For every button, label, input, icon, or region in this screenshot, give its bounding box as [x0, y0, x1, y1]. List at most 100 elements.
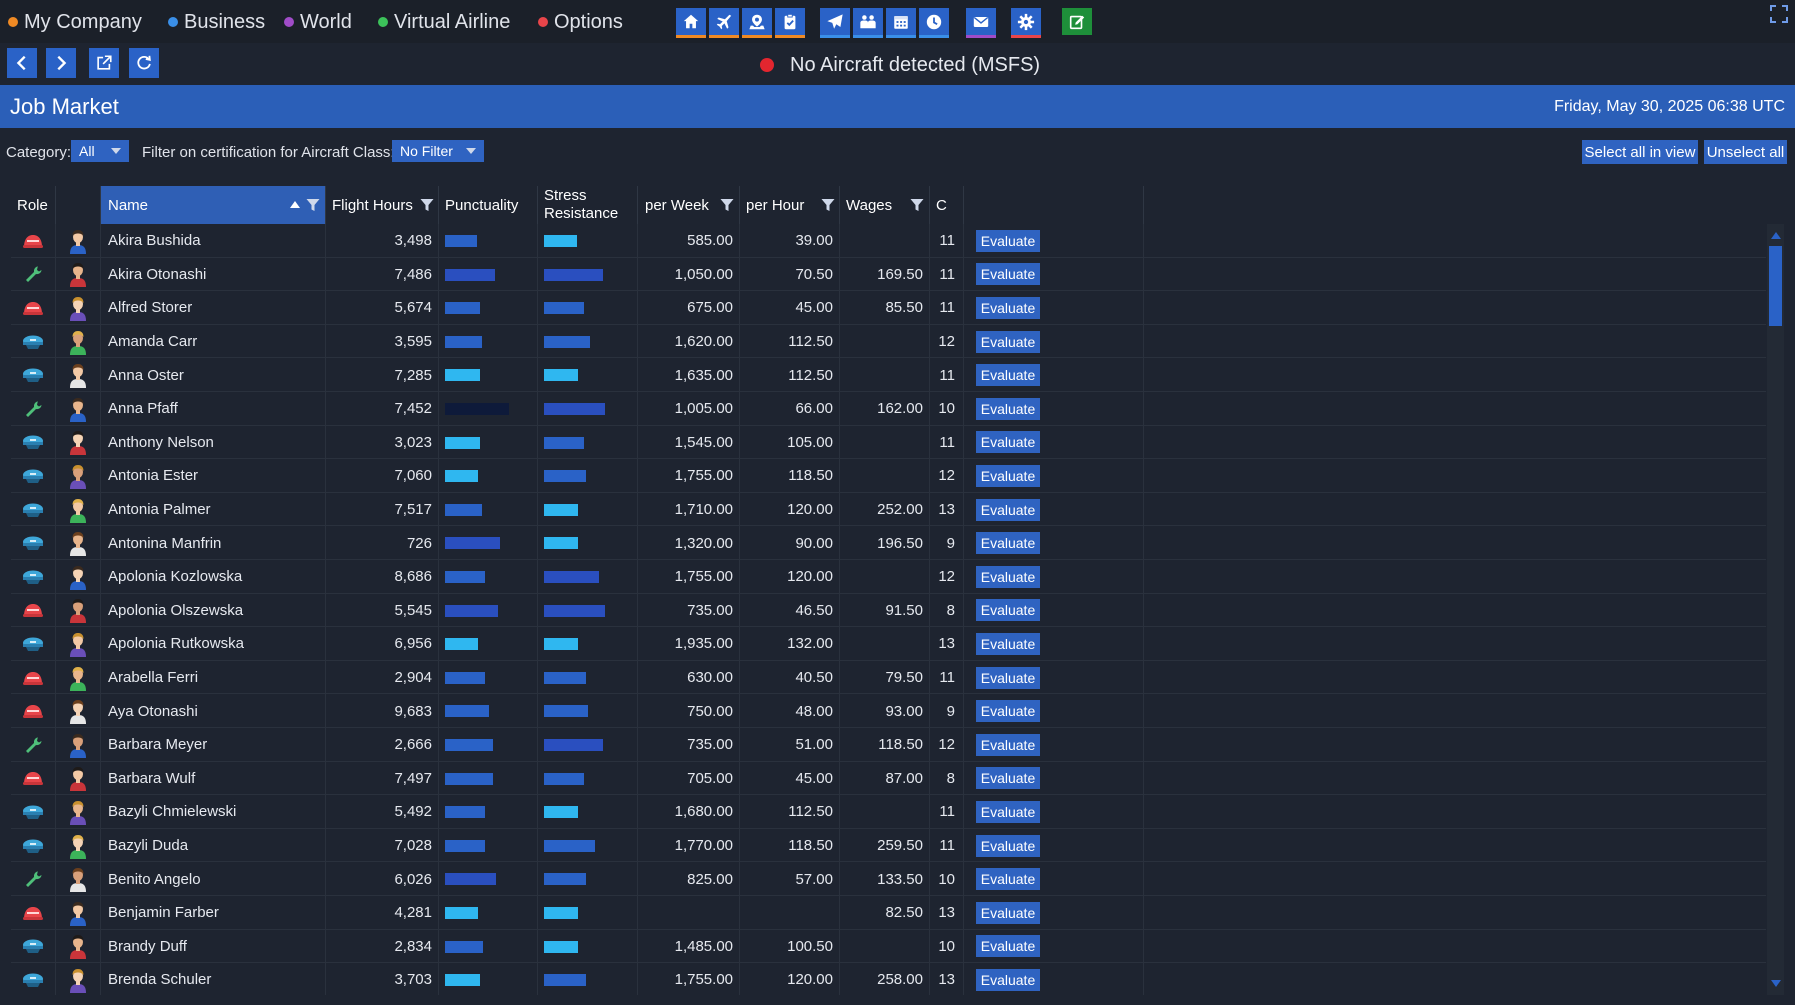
- evaluate-button[interactable]: Evaluate: [976, 901, 1040, 924]
- header-punctuality[interactable]: Punctuality: [439, 186, 538, 224]
- home-button[interactable]: [676, 8, 706, 38]
- avatar-cell: [56, 828, 101, 863]
- evaluate-button[interactable]: Evaluate: [976, 666, 1040, 689]
- table-row[interactable]: Benito Angelo 6,026 825.00 57.00 133.50 10 Eva…: [11, 862, 1766, 896]
- table-row[interactable]: Akira Otonashi 7,486 1,050.00 70.50 169.50 11…: [11, 257, 1766, 292]
- edit-button[interactable]: [1062, 8, 1092, 35]
- refresh-icon: [137, 55, 151, 70]
- unselect-all-button[interactable]: Unselect all: [1704, 140, 1787, 164]
- scroll-thumb[interactable]: [1769, 246, 1782, 326]
- mail-button[interactable]: [966, 8, 996, 38]
- table-row[interactable]: Bazyli Chmielewski 5,492 1,680.00 112.50 11 E…: [11, 795, 1766, 829]
- table-row[interactable]: Antonia Palmer 7,517 1,710.00 120.00 252.00 1…: [11, 492, 1766, 527]
- filter-icon[interactable]: [910, 198, 924, 212]
- header-per-week[interactable]: per Week: [638, 186, 740, 224]
- table-row[interactable]: Anna Oster 7,285 1,635.00 112.50 11 Evaluate: [11, 358, 1766, 392]
- table-row[interactable]: Akira Bushida 3,498 585.00 39.00 11 Evaluate: [11, 224, 1766, 258]
- menu-virtual-airline[interactable]: Virtual Airline: [378, 10, 510, 34]
- evaluate-button[interactable]: Evaluate: [976, 834, 1040, 857]
- filter-row: Category: All Filter on certification fo…: [0, 128, 1795, 176]
- vertical-scrollbar[interactable]: [1767, 224, 1784, 995]
- table-row[interactable]: Barbara Wulf 7,497 705.00 45.00 87.00 8 Evalua…: [11, 761, 1766, 796]
- evaluate-button[interactable]: Evaluate: [976, 767, 1040, 790]
- table-row[interactable]: Aya Otonashi 9,683 750.00 48.00 93.00 9 Evalua…: [11, 694, 1766, 728]
- refresh-button[interactable]: [129, 48, 159, 78]
- table-row[interactable]: Antonina Manfrin 726 1,320.00 90.00 196.50 9 E…: [11, 526, 1766, 560]
- select-all-button[interactable]: Select all in view: [1582, 140, 1698, 164]
- fullscreen-icon[interactable]: [1769, 4, 1789, 24]
- header-per-hour[interactable]: per Hour: [740, 186, 840, 224]
- evaluate-button[interactable]: Evaluate: [976, 464, 1040, 487]
- staff-button[interactable]: [853, 8, 883, 38]
- evaluate-button[interactable]: Evaluate: [976, 397, 1040, 420]
- evaluate-button[interactable]: Evaluate: [976, 431, 1040, 454]
- evaluate-button[interactable]: Evaluate: [976, 229, 1040, 252]
- evaluate-button[interactable]: Evaluate: [976, 733, 1040, 756]
- evaluate-button[interactable]: Evaluate: [976, 364, 1040, 387]
- menu-world[interactable]: World: [284, 10, 352, 34]
- menu-options[interactable]: Options: [538, 10, 623, 34]
- table-row[interactable]: Amanda Carr 3,595 1,620.00 112.50 12 Evaluate: [11, 324, 1766, 359]
- map-button[interactable]: [742, 8, 772, 38]
- stress-bar: [544, 503, 579, 516]
- filter-icon[interactable]: [720, 198, 734, 212]
- back-button[interactable]: [7, 48, 37, 78]
- evaluate-button[interactable]: Evaluate: [976, 263, 1040, 286]
- table-row[interactable]: Barbara Meyer 2,666 735.00 51.00 118.50 12 Eva…: [11, 728, 1766, 762]
- filter-icon[interactable]: [821, 198, 835, 212]
- table-row[interactable]: Benjamin Farber 4,281 82.50 13 Evaluate: [11, 896, 1766, 930]
- evaluate-button[interactable]: Evaluate: [976, 498, 1040, 521]
- evaluate-button[interactable]: Evaluate: [976, 968, 1040, 991]
- table-row[interactable]: Apolonia Rutkowska 6,956 1,935.00 132.00 13 E…: [11, 627, 1766, 661]
- settings-button[interactable]: [1011, 8, 1041, 38]
- table-row[interactable]: Brenda Schuler 3,703 1,755.00 120.00 258.00 1…: [11, 963, 1766, 995]
- pilot-cap-icon: [23, 536, 43, 551]
- filter-icon[interactable]: [420, 198, 434, 212]
- evaluate-button[interactable]: Evaluate: [976, 700, 1040, 723]
- open-external-button[interactable]: [89, 48, 119, 78]
- stress-cell: [538, 224, 638, 258]
- category-dropdown[interactable]: All: [71, 140, 129, 162]
- wages-cell: 87.00: [840, 761, 930, 796]
- table-row[interactable]: Apolonia Olszewska 5,545 735.00 46.50 91.50 8…: [11, 593, 1766, 628]
- dispatch-button[interactable]: [820, 8, 850, 38]
- evaluate-button[interactable]: Evaluate: [976, 868, 1040, 891]
- stress-bar: [544, 537, 579, 550]
- evaluate-button[interactable]: Evaluate: [976, 632, 1040, 655]
- evaluate-button[interactable]: Evaluate: [976, 532, 1040, 555]
- header-name[interactable]: Name: [101, 186, 326, 224]
- header-stress-resistance[interactable]: Stress Resistance: [538, 186, 638, 224]
- evaluate-button[interactable]: Evaluate: [976, 800, 1040, 823]
- cert-filter-dropdown[interactable]: No Filter: [392, 140, 484, 162]
- menu-my-company[interactable]: My Company: [8, 10, 142, 34]
- evaluate-button[interactable]: Evaluate: [976, 296, 1040, 319]
- table-row[interactable]: Bazyli Duda 7,028 1,770.00 118.50 259.50 11 Ev…: [11, 828, 1766, 863]
- table-row[interactable]: Anna Pfaff 7,452 1,005.00 66.00 162.00 10 Eval…: [11, 392, 1766, 426]
- header-wages[interactable]: Wages: [840, 186, 930, 224]
- history-button[interactable]: [919, 8, 949, 38]
- evaluate-button[interactable]: Evaluate: [976, 330, 1040, 353]
- forward-button[interactable]: [46, 48, 76, 78]
- table-row[interactable]: Alfred Storer 5,674 675.00 45.00 85.50 11 Eval…: [11, 291, 1766, 325]
- menu-business[interactable]: Business: [168, 10, 265, 34]
- header-role[interactable]: Role: [11, 186, 56, 224]
- table-row[interactable]: Antonia Ester 7,060 1,755.00 118.50 12 Evalua…: [11, 459, 1766, 493]
- evaluate-button[interactable]: Evaluate: [976, 599, 1040, 622]
- fleet-button[interactable]: [709, 8, 739, 38]
- schedule-button[interactable]: [886, 8, 916, 38]
- evaluate-button[interactable]: Evaluate: [976, 935, 1040, 958]
- punctuality-cell: [439, 795, 538, 829]
- table-row[interactable]: Arabella Ferri 2,904 630.00 40.50 79.50 11 Eva…: [11, 660, 1766, 695]
- scroll-down-icon[interactable]: [1771, 980, 1781, 987]
- filter-icon[interactable]: [306, 198, 320, 212]
- evaluate-button[interactable]: Evaluate: [976, 565, 1040, 588]
- header-c[interactable]: C: [930, 186, 964, 224]
- table-row[interactable]: Apolonia Kozlowska 8,686 1,755.00 120.00 12 E…: [11, 560, 1766, 594]
- scroll-up-icon[interactable]: [1771, 232, 1781, 239]
- table-row[interactable]: Brandy Duff 2,834 1,485.00 100.50 10 Evaluate: [11, 929, 1766, 964]
- jobs-button[interactable]: [775, 8, 805, 38]
- avatar: [70, 632, 86, 657]
- table-row[interactable]: Anthony Nelson 3,023 1,545.00 105.00 11 Evalu…: [11, 425, 1766, 460]
- header-flight-hours[interactable]: Flight Hours: [326, 186, 439, 224]
- stress-cell: [538, 358, 638, 392]
